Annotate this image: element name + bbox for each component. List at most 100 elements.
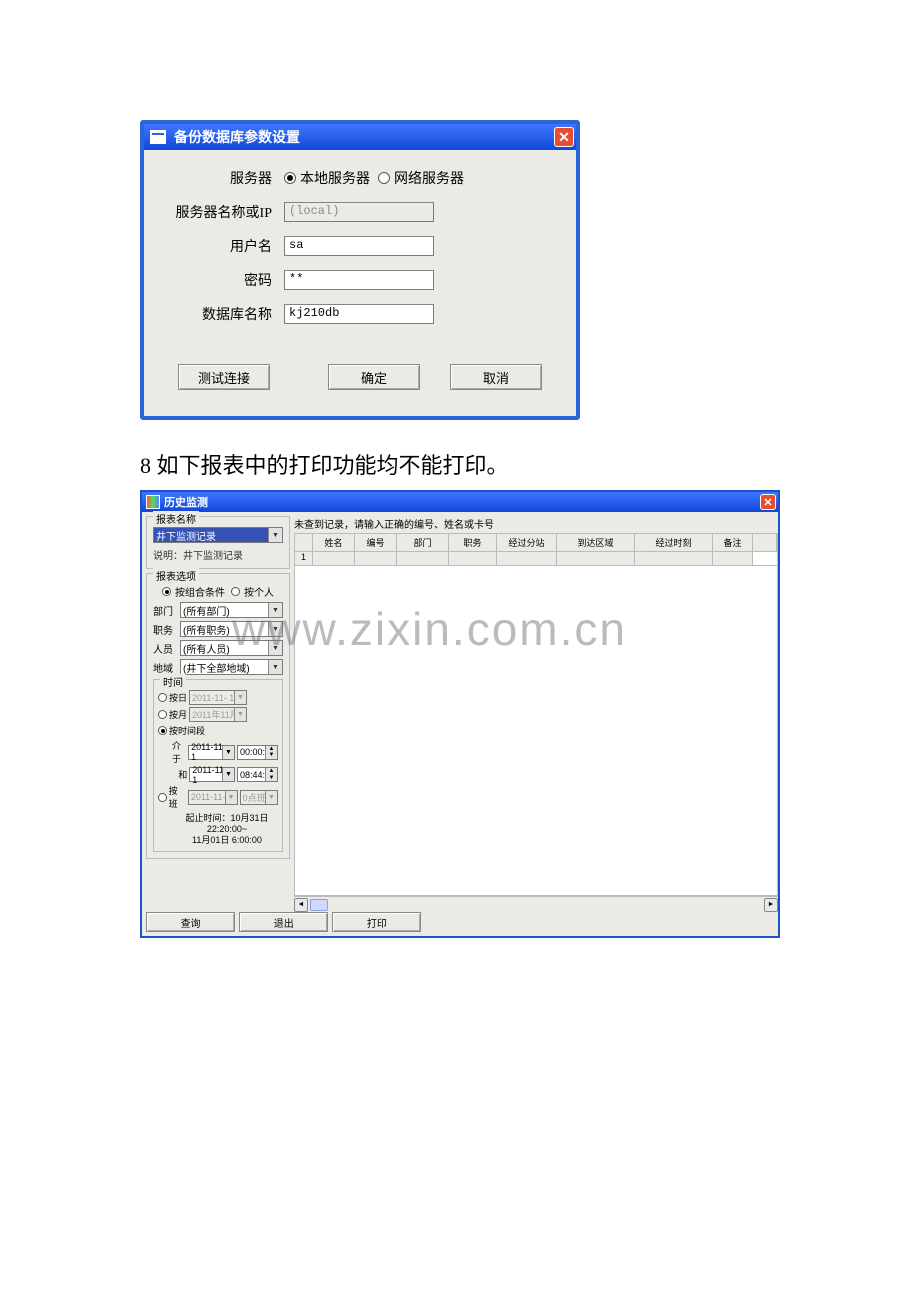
cancel-button[interactable]: 取消 [450, 364, 542, 390]
chevron-down-icon[interactable]: ▼ [268, 603, 282, 617]
group-report-name: 报表名称 井下监测记录 ▼ 说明：井下监测记录 [146, 516, 290, 569]
th-name: 姓名 [313, 534, 355, 552]
group-options: 报表选项 按组合条件 按个人 部门 (所有部门) ▼ [146, 573, 290, 859]
th-extra [753, 534, 777, 552]
scroll-thumb[interactable] [310, 899, 328, 911]
radio-by-condition-label: 按组合条件 [175, 584, 225, 599]
dept-combo[interactable]: (所有部门) ▼ [180, 602, 283, 618]
range-from-label: 介于 [172, 739, 186, 765]
group-time-label: 时间 [160, 674, 186, 689]
chevron-down-icon[interactable]: ▼ [222, 746, 234, 759]
label-person: 人员 [153, 641, 177, 656]
person-combo[interactable]: (所有人员) ▼ [180, 640, 283, 656]
desc-text: 井下监测记录 [183, 551, 243, 562]
input-dbname[interactable]: kj210db [284, 304, 434, 324]
radio-local-server[interactable] [284, 172, 296, 184]
print-button[interactable]: 打印 [332, 912, 421, 932]
th-job: 职务 [449, 534, 497, 552]
scroll-left-icon[interactable]: ◄ [294, 898, 308, 912]
backup-db-dialog: 备份数据库参数设置 ✕ 服务器 本地服务器 网络服务器 服务器名称或IP (lo… [140, 120, 580, 420]
table-row: 1 [295, 552, 777, 566]
radio-local-server-label: 本地服务器 [300, 168, 370, 188]
exit-button[interactable]: 退出 [239, 912, 328, 932]
label-dbname: 数据库名称 [168, 304, 284, 324]
input-user[interactable]: sa [284, 236, 434, 256]
by-month-date[interactable]: 2011年11月 ▼ [189, 707, 247, 722]
label-zone: 地域 [153, 660, 177, 675]
label-job: 职务 [153, 622, 177, 637]
chevron-down-icon[interactable]: ▼ [268, 641, 282, 655]
close-icon[interactable]: ✕ [760, 494, 776, 510]
label-name-or-ip: 服务器名称或IP [168, 202, 284, 222]
section-caption: 8 如下报表中的打印功能均不能打印。 [140, 448, 880, 480]
radio-network-server-label: 网络服务器 [394, 168, 464, 188]
chevron-down-icon[interactable]: ▼ [234, 691, 246, 704]
job-combo[interactable]: (所有职务) ▼ [180, 621, 283, 637]
group-options-label: 报表选项 [153, 568, 199, 583]
chevron-down-icon[interactable]: ▼ [234, 708, 246, 721]
th-remark: 备注 [713, 534, 753, 552]
radio-by-condition[interactable] [162, 587, 171, 596]
scroll-right-icon[interactable]: ► [764, 898, 778, 912]
table-header-row: 姓名 编号 部门 职务 经过分站 到达区域 经过时刻 备注 [295, 534, 777, 552]
input-name-or-ip[interactable]: (local) [284, 202, 434, 222]
range-summary-2: 11月01日 6:00:00 [192, 835, 262, 845]
th-zone: 到达区域 [557, 534, 635, 552]
label-dept: 部门 [153, 603, 177, 618]
chevron-down-icon[interactable]: ▼ [225, 791, 237, 804]
chevron-down-icon[interactable]: ▼ [268, 622, 282, 636]
radio-by-shift[interactable] [158, 793, 167, 802]
test-connection-button[interactable]: 测试连接 [178, 364, 270, 390]
report-name-combo[interactable]: 井下监测记录 ▼ [153, 527, 283, 543]
group-report-name-label: 报表名称 [153, 511, 199, 526]
dialog2-titlebar[interactable]: 历史监测 ✕ [142, 492, 778, 512]
radio-by-month[interactable] [158, 710, 167, 719]
th-index [295, 534, 313, 552]
radio-by-range-label: 按时间段 [169, 724, 205, 737]
spin-down-icon[interactable]: ▼ [265, 752, 277, 759]
th-substation: 经过分站 [497, 534, 557, 552]
radio-by-range[interactable] [158, 726, 167, 735]
shift-combo[interactable]: 0点班 ▼ [240, 790, 278, 805]
chevron-down-icon[interactable]: ▼ [268, 528, 282, 542]
range-from-time[interactable]: 00:00:00 ▲▼ [237, 745, 278, 760]
ok-button[interactable]: 确定 [328, 364, 420, 390]
chevron-down-icon[interactable]: ▼ [268, 660, 282, 674]
result-table: 姓名 编号 部门 职务 经过分站 到达区域 经过时刻 备注 1 [294, 533, 778, 896]
chevron-down-icon[interactable]: ▼ [265, 791, 277, 804]
radio-by-month-label: 按月 [169, 708, 187, 721]
label-user: 用户名 [168, 236, 284, 256]
th-time: 经过时刻 [635, 534, 713, 552]
app-icon [146, 495, 160, 509]
range-to-date[interactable]: 2011-11- 1 ▼ [189, 767, 235, 782]
range-to-time[interactable]: 08:44:17 ▲▼ [237, 767, 278, 782]
dialog2-title: 历史监测 [164, 494, 208, 510]
range-summary-label: 起止时间： [185, 813, 230, 823]
td-index: 1 [295, 552, 313, 566]
radio-by-day[interactable] [158, 693, 167, 702]
radio-by-person[interactable] [231, 587, 240, 596]
group-time: 时间 按日 2011-11- 1 ▼ 按月 [153, 679, 283, 852]
by-day-date[interactable]: 2011-11- 1 ▼ [189, 690, 247, 705]
horizontal-scrollbar[interactable]: ◄ ► [294, 896, 778, 912]
range-from-date[interactable]: 2011-11- 1 ▼ [188, 745, 235, 760]
radio-by-person-label: 按个人 [244, 584, 274, 599]
input-password[interactable]: ** [284, 270, 434, 290]
range-to-label: 和 [172, 768, 187, 781]
th-id: 编号 [355, 534, 397, 552]
radio-network-server[interactable] [378, 172, 390, 184]
desc-label: 说明： [153, 551, 183, 562]
not-found-message: 未查到记录，请输入正确的编号、姓名或卡号 [294, 512, 778, 533]
dialog1-title: 备份数据库参数设置 [174, 127, 300, 147]
spin-down-icon[interactable]: ▼ [265, 775, 277, 782]
dialog1-titlebar[interactable]: 备份数据库参数设置 ✕ [144, 124, 576, 150]
close-icon[interactable]: ✕ [554, 127, 574, 147]
zone-combo[interactable]: (井下全部地域) ▼ [180, 659, 283, 675]
label-password: 密码 [168, 270, 284, 290]
radio-by-shift-label: 按班 [169, 784, 186, 810]
query-button[interactable]: 查询 [146, 912, 235, 932]
app-icon [150, 130, 166, 144]
chevron-down-icon[interactable]: ▼ [222, 768, 234, 781]
shift-date[interactable]: 2011-11- 1 ▼ [188, 790, 238, 805]
th-dept: 部门 [397, 534, 449, 552]
